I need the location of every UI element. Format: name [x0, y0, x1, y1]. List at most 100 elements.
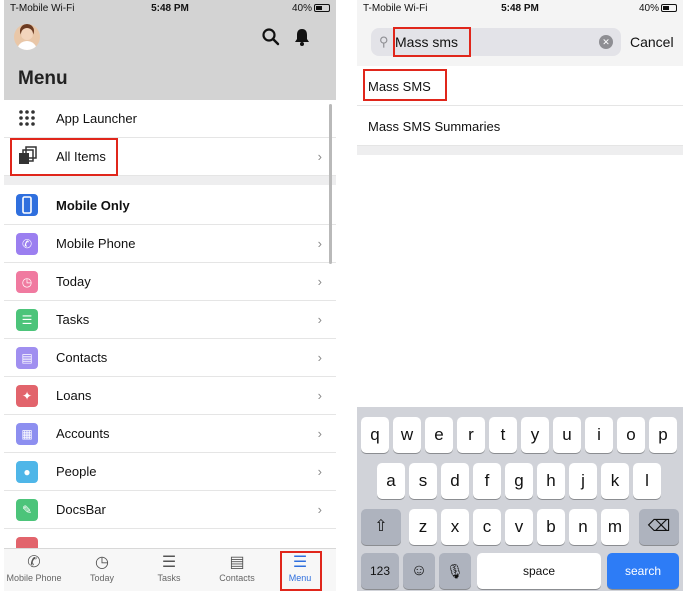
- backspace-icon: ⌫: [647, 518, 671, 535]
- menu-item-label: App Launcher: [56, 111, 137, 126]
- key-s[interactable]: s: [409, 463, 437, 499]
- section-label: Mobile Only: [56, 198, 130, 213]
- contact-card-icon: ▤: [229, 554, 245, 571]
- page-title: Menu: [18, 68, 68, 89]
- microphone-icon: 🎙: [446, 563, 464, 579]
- key-y[interactable]: y: [521, 417, 549, 453]
- avatar[interactable]: [14, 24, 40, 50]
- left-phone-screen: T-Mobile Wi-Fi 5:48 PM 40% Menu App Laun…: [4, 0, 336, 591]
- key-d[interactable]: d: [441, 463, 469, 499]
- scrollbar[interactable]: [329, 104, 332, 264]
- status-time: 5:48 PM: [151, 3, 189, 14]
- menu-item-tasks[interactable]: ☰ Tasks ›: [4, 301, 336, 339]
- highlight-box: [363, 69, 447, 101]
- key-x[interactable]: x: [441, 509, 469, 545]
- dictation-key[interactable]: 🎙: [439, 553, 471, 589]
- emoji-icon: ☺: [410, 562, 428, 579]
- search-key[interactable]: search: [607, 553, 679, 589]
- chevron-right-icon: ›: [317, 312, 322, 327]
- search-icon: ⚲: [379, 34, 389, 49]
- backspace-key[interactable]: ⌫: [639, 509, 679, 545]
- menu-item-people[interactable]: ● People ›: [4, 453, 336, 491]
- chevron-right-icon: ›: [317, 149, 322, 164]
- tab-tasks[interactable]: ☰ Tasks: [139, 553, 199, 583]
- highlight-box: [280, 551, 322, 591]
- shift-icon: ⇧: [374, 518, 388, 535]
- key-c[interactable]: c: [473, 509, 501, 545]
- tab-contacts[interactable]: ▤ Contacts: [207, 553, 267, 583]
- key-n[interactable]: n: [569, 509, 597, 545]
- menu-item-label: Accounts: [56, 426, 110, 441]
- status-bar: T-Mobile Wi-Fi 5:48 PM 40%: [4, 0, 336, 18]
- menu-item-docsbar[interactable]: ✎ DocsBar ›: [4, 491, 336, 529]
- building-icon: ▦: [16, 423, 38, 445]
- highlight-box: [393, 27, 471, 57]
- key-p[interactable]: p: [649, 417, 677, 453]
- key-i[interactable]: i: [585, 417, 613, 453]
- chevron-right-icon: ›: [317, 236, 322, 251]
- space-key[interactable]: space: [477, 553, 601, 589]
- result-label: Mass SMS Summaries: [368, 119, 501, 134]
- key-z[interactable]: z: [409, 509, 437, 545]
- emoji-key[interactable]: ☺: [403, 553, 435, 589]
- menu-item-label: DocsBar: [56, 502, 106, 517]
- menu-item-loans[interactable]: ✦ Loans ›: [4, 377, 336, 415]
- status-time: 5:48 PM: [501, 3, 539, 14]
- key-l[interactable]: l: [633, 463, 661, 499]
- key-f[interactable]: f: [473, 463, 501, 499]
- tab-bar: ✆ Mobile Phone ◷ Today ☰ Tasks ▤ Contact…: [4, 548, 336, 591]
- battery-indicator: 40%: [292, 3, 330, 14]
- phone-icon: ✆: [16, 233, 38, 255]
- tab-label: Mobile Phone: [6, 573, 62, 583]
- status-bar: T-Mobile Wi-Fi 5:48 PM 40%: [357, 0, 683, 18]
- search-icon[interactable]: [262, 28, 280, 51]
- key-e[interactable]: e: [425, 417, 453, 453]
- tab-label: Tasks: [157, 573, 181, 583]
- menu-item-today[interactable]: ◷ Today ›: [4, 263, 336, 301]
- key-u[interactable]: u: [553, 417, 581, 453]
- menu-item-contacts[interactable]: ▤ Contacts ›: [4, 339, 336, 377]
- tab-mobile-phone[interactable]: ✆ Mobile Phone: [4, 553, 64, 583]
- cancel-button[interactable]: Cancel: [630, 34, 674, 50]
- chevron-right-icon: ›: [317, 464, 322, 479]
- key-t[interactable]: t: [489, 417, 517, 453]
- clock-icon: ◷: [95, 554, 109, 571]
- menu-item-label: Mobile Phone: [56, 236, 136, 251]
- docs-icon: ✎: [16, 499, 38, 521]
- key-w[interactable]: w: [393, 417, 421, 453]
- menu-item-mobile-phone[interactable]: ✆ Mobile Phone ›: [4, 225, 336, 263]
- menu-item-label: People: [56, 464, 97, 479]
- key-a[interactable]: a: [377, 463, 405, 499]
- key-q[interactable]: q: [361, 417, 389, 453]
- chevron-right-icon: ›: [317, 350, 322, 365]
- menu-item-accounts[interactable]: ▦ Accounts ›: [4, 415, 336, 453]
- tab-today[interactable]: ◷ Today: [72, 553, 132, 583]
- menu-section-mobile-only[interactable]: Mobile Only: [4, 185, 336, 225]
- key-j[interactable]: j: [569, 463, 597, 499]
- key-b[interactable]: b: [537, 509, 565, 545]
- battery-icon: [314, 4, 330, 12]
- bell-icon[interactable]: [294, 28, 310, 51]
- section-divider: [357, 146, 683, 155]
- chevron-right-icon: ›: [317, 426, 322, 441]
- person-icon: ●: [16, 461, 38, 483]
- shift-key[interactable]: ⇧: [361, 509, 401, 545]
- key-k[interactable]: k: [601, 463, 629, 499]
- grid-icon: [16, 108, 38, 130]
- key-v[interactable]: v: [505, 509, 533, 545]
- battery-percent: 40%: [638, 3, 659, 14]
- clear-icon[interactable]: ✕: [599, 35, 613, 49]
- key-m[interactable]: m: [601, 509, 629, 545]
- menu-header: T-Mobile Wi-Fi 5:48 PM 40% Menu: [4, 0, 336, 100]
- key-r[interactable]: r: [457, 417, 485, 453]
- menu-item-app-launcher[interactable]: App Launcher: [4, 100, 336, 138]
- phone-icon: ✆: [27, 554, 41, 571]
- key-h[interactable]: h: [537, 463, 565, 499]
- search-result-mass-sms-summaries[interactable]: Mass SMS Summaries: [357, 106, 683, 146]
- chevron-right-icon: ›: [317, 274, 322, 289]
- numbers-key[interactable]: 123: [361, 553, 399, 589]
- key-o[interactable]: o: [617, 417, 645, 453]
- menu-item-label: Today: [56, 274, 91, 289]
- tasks-icon: ☰: [161, 554, 177, 571]
- key-g[interactable]: g: [505, 463, 533, 499]
